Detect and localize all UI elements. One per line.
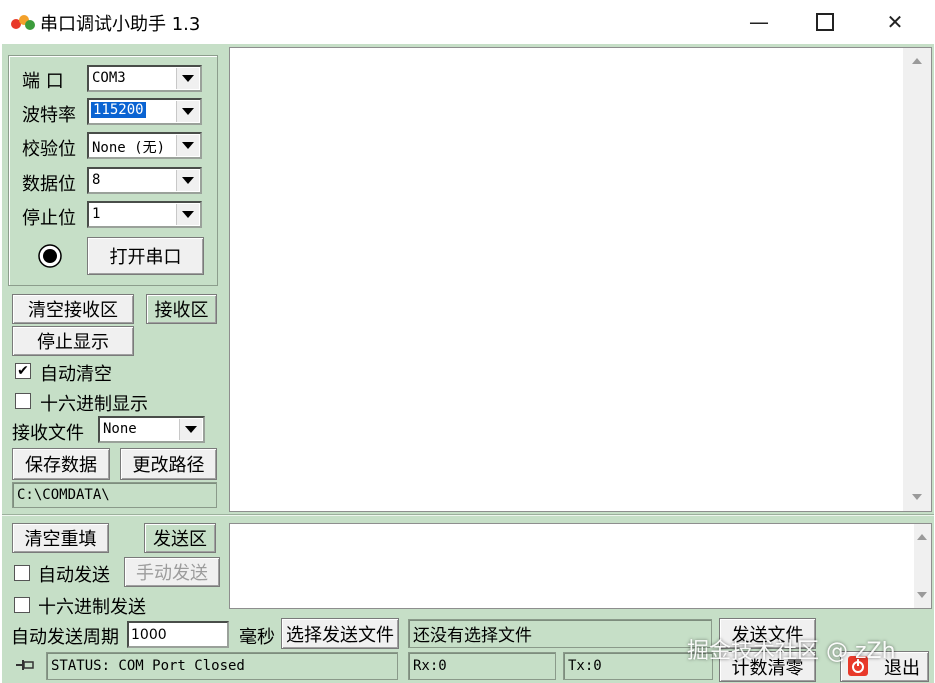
receive-scrollbar[interactable] bbox=[903, 48, 931, 511]
auto-clear-checkbox[interactable]: ✔ bbox=[15, 363, 31, 379]
databits-value: 8 bbox=[92, 172, 101, 188]
chevron-down-icon bbox=[176, 68, 199, 89]
auto-send-label: 自动发送 bbox=[38, 565, 110, 586]
chevron-down-icon bbox=[179, 419, 202, 440]
period-unit: 毫秒 bbox=[239, 627, 275, 648]
status-text: STATUS: COM Port Closed bbox=[46, 652, 398, 680]
maximize-button[interactable] bbox=[792, 0, 858, 44]
close-button[interactable]: ✕ bbox=[862, 0, 928, 44]
parity-select[interactable]: None (无) bbox=[87, 132, 202, 159]
rx-count: Rx:0 bbox=[408, 652, 556, 680]
hex-send-label: 十六进制发送 bbox=[38, 597, 146, 618]
stopbits-value: 1 bbox=[92, 206, 101, 222]
parity-value: None (无) bbox=[92, 140, 166, 156]
chevron-down-icon bbox=[176, 204, 199, 225]
maximize-icon bbox=[816, 13, 834, 31]
stopbits-select[interactable]: 1 bbox=[87, 201, 202, 228]
path-field: C:\COMDATA\ bbox=[12, 482, 217, 508]
send-area-button[interactable]: 发送区 bbox=[144, 523, 216, 553]
send-scrollbar[interactable] bbox=[914, 524, 931, 608]
choose-file-button[interactable]: 选择发送文件 bbox=[281, 618, 399, 649]
chevron-down-icon bbox=[176, 170, 199, 191]
period-input[interactable]: 1000 bbox=[127, 621, 229, 648]
manual-send-button[interactable]: 手动发送 bbox=[124, 557, 220, 587]
databits-select[interactable]: 8 bbox=[87, 167, 202, 194]
period-label: 自动发送周期 bbox=[11, 627, 119, 648]
baud-select[interactable]: 115200 bbox=[87, 98, 202, 125]
port-value: COM3 bbox=[92, 70, 126, 86]
port-indicator-icon bbox=[38, 244, 62, 268]
port-select[interactable]: COM3 bbox=[87, 65, 202, 92]
receive-textarea[interactable] bbox=[229, 47, 932, 512]
check-icon: ✔ bbox=[17, 363, 29, 379]
scroll-up-icon[interactable] bbox=[912, 58, 922, 64]
hex-display-label: 十六进制显示 bbox=[40, 394, 148, 415]
clear-send-button[interactable]: 清空重填 bbox=[12, 523, 109, 553]
window-title: 串口调试小助手 1.3 bbox=[40, 14, 201, 35]
receive-area-button[interactable]: 接收区 bbox=[146, 294, 217, 324]
baud-label: 波特率 bbox=[22, 105, 76, 126]
send-textarea[interactable] bbox=[229, 523, 932, 609]
watermark: 掘金技术社区 @ zZh bbox=[687, 639, 896, 664]
pin-icon[interactable] bbox=[14, 655, 36, 675]
file-status: 还没有选择文件 bbox=[408, 619, 712, 648]
save-data-button[interactable]: 保存数据 bbox=[12, 448, 110, 480]
auto-send-checkbox[interactable] bbox=[14, 565, 30, 581]
port-label: 端 口 bbox=[22, 71, 64, 92]
scroll-down-icon[interactable] bbox=[917, 592, 927, 598]
separator bbox=[2, 514, 934, 516]
parity-label: 校验位 bbox=[22, 139, 76, 160]
receive-file-select[interactable]: None bbox=[98, 416, 205, 443]
baud-value: 115200 bbox=[91, 102, 146, 118]
app-icon bbox=[10, 12, 36, 32]
minimize-button[interactable]: — bbox=[726, 0, 792, 44]
auto-clear-label: 自动清空 bbox=[40, 364, 112, 385]
scroll-up-icon[interactable] bbox=[917, 534, 927, 540]
stop-display-button[interactable]: 停止显示 bbox=[12, 326, 134, 356]
receive-file-label: 接收文件 bbox=[12, 423, 84, 444]
open-port-button[interactable]: 打开串口 bbox=[87, 237, 204, 275]
clear-receive-button[interactable]: 清空接收区 bbox=[12, 294, 134, 324]
chevron-down-icon bbox=[176, 101, 199, 122]
receive-file-value: None bbox=[103, 421, 137, 437]
chevron-down-icon bbox=[176, 135, 199, 156]
change-path-button[interactable]: 更改路径 bbox=[120, 448, 217, 480]
hex-send-checkbox[interactable] bbox=[14, 597, 30, 613]
hex-display-checkbox[interactable] bbox=[15, 393, 31, 409]
stopbits-label: 停止位 bbox=[22, 208, 76, 229]
scroll-down-icon[interactable] bbox=[912, 494, 922, 500]
databits-label: 数据位 bbox=[22, 174, 76, 195]
